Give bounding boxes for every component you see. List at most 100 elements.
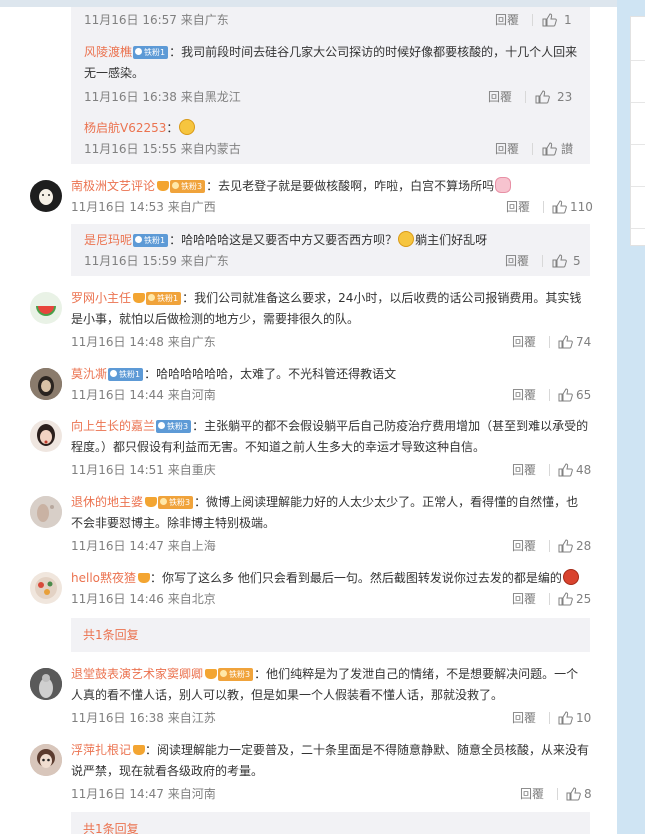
reply-button[interactable]: 回覆 xyxy=(512,332,536,352)
like-icon[interactable] xyxy=(535,90,550,104)
reply-button[interactable]: 回覆 xyxy=(512,708,536,728)
fan-badge[interactable]: 铁粉1 xyxy=(133,234,169,247)
comment-panel: 11月16日 16:57 来自广东 回覆 1 风陵渡樵 铁粉1 ：我司前段时间去硅谷… xyxy=(0,0,617,834)
reply-button[interactable]: 回覆 xyxy=(512,536,536,556)
reply-button[interactable]: 回覆 xyxy=(505,251,529,271)
timestamp: 11月16日 14:46 来自北京 xyxy=(71,592,216,606)
username-link[interactable]: 浮萍扎根记 xyxy=(71,743,131,757)
sub-reply: 是尼玛呢 铁粉1 ：哈哈哈哈这是又要否中方又要否西方呗？ 躺主们好乱呀 11月16日 … xyxy=(84,230,581,268)
timestamp: 11月16日 16:38 来自黑龙江 xyxy=(84,90,241,104)
avatar[interactable] xyxy=(30,180,62,212)
username-link[interactable]: 南极洲文艺评论 xyxy=(71,179,155,193)
sub-reply: 杨启航V62253： 11月16日 15:55 来自内蒙古 回覆 讃 xyxy=(84,118,580,156)
like-count: 74 xyxy=(576,335,592,349)
comment: 向上生长的嘉兰 铁粉3 ：主张躺平的都不会假设躺平后自己防疫治疗费用增加（甚至到难以… xyxy=(71,416,591,477)
reply-button[interactable]: 回覆 xyxy=(520,784,544,804)
timestamp: 11月16日 14:53 来自广西 xyxy=(71,200,216,214)
username-link[interactable]: 是尼玛呢 xyxy=(84,233,132,247)
comment-meta: 11月16日 16:38 来自江苏 回覆 10 xyxy=(71,708,592,728)
fan-badge[interactable]: 铁粉3 xyxy=(158,496,194,509)
like-icon[interactable] xyxy=(558,388,573,402)
username-link[interactable]: 退休的地主婆 xyxy=(71,495,143,509)
crown-icon xyxy=(157,181,170,191)
reply-meta: 11月16日 16:57 来自广东 回覆 1 xyxy=(84,10,580,30)
thinking-emoji-icon xyxy=(179,119,196,135)
fan-badge[interactable]: 铁粉1 xyxy=(108,368,144,381)
fan-badge[interactable]: 铁粉1 xyxy=(133,46,169,59)
timestamp: 11月16日 15:59 来自广东 xyxy=(84,254,229,268)
avatar[interactable] xyxy=(30,292,62,324)
top-divider xyxy=(0,0,617,7)
fan-badge[interactable]: 铁粉1 xyxy=(146,292,182,305)
like-icon[interactable] xyxy=(542,142,557,156)
comment: 退堂鼓表演艺术家窦卿卿 铁粉3 ：他们纯粹是为了发泄自己的情绪，不是想要解决问题。一… xyxy=(71,664,591,725)
like-icon[interactable] xyxy=(558,539,573,553)
avatar[interactable] xyxy=(30,572,62,604)
username-link[interactable]: 风陵渡樵 xyxy=(84,45,132,59)
like-icon[interactable] xyxy=(558,711,573,725)
red-emoji-icon xyxy=(562,569,579,585)
fan-badge[interactable]: 铁粉3 xyxy=(156,420,192,433)
reply-text: 是尼玛呢 铁粉1 ：哈哈哈哈这是又要否中方又要否西方呗？ 躺主们好乱呀 xyxy=(84,231,488,247)
comment: 罗网小主任 铁粉1 ：我们公司就准备这么要求，24小时，以后收费的话公司报销费用。其… xyxy=(71,288,591,349)
comment-meta: 11月16日 14:44 来自河南 回覆 65 xyxy=(71,385,592,405)
reply-text: 杨启航V62253： xyxy=(84,118,580,139)
pig-emoji-icon xyxy=(495,177,512,193)
expand-replies-link[interactable]: 共1条回复 xyxy=(71,618,590,652)
reply-button[interactable]: 回覆 xyxy=(506,197,530,217)
like-count: 28 xyxy=(576,539,592,553)
like-icon[interactable] xyxy=(566,787,581,801)
username-link[interactable]: hello黙夜猹 xyxy=(71,571,136,585)
username-link[interactable]: 杨启航V62253 xyxy=(84,121,166,135)
reply-button[interactable]: 回覆 xyxy=(512,589,536,609)
timestamp: 11月16日 14:44 来自河南 xyxy=(71,388,216,402)
reply-text: 风陵渡樵 铁粉1 ：我司前段时间去硅谷几家大公司探访的时候好像都要核酸的，十几个人回… xyxy=(84,45,578,80)
like-count: 23 xyxy=(557,90,573,104)
username-link[interactable]: 向上生长的嘉兰 xyxy=(71,419,155,433)
comment-text: 浮萍扎根记 ：阅读理解能力一定要普及，二十条里面是不得随意静默、随意全员核酸，从来… xyxy=(71,743,590,778)
reply-button[interactable]: 回覆 xyxy=(495,139,519,159)
fan-badge[interactable]: 铁粉3 xyxy=(218,668,254,681)
comment: 浮萍扎根记 ：阅读理解能力一定要普及，二十条里面是不得随意静默、随意全员核酸，从来… xyxy=(71,740,592,801)
like-count: 48 xyxy=(576,463,592,477)
comment-meta: 11月16日 14:48 来自广东 回覆 74 xyxy=(71,332,592,352)
like-icon[interactable] xyxy=(558,463,573,477)
username-link[interactable]: 罗网小主任 xyxy=(71,291,131,305)
like-count: 65 xyxy=(576,388,592,402)
crown-icon xyxy=(205,669,218,679)
like-icon[interactable] xyxy=(542,13,557,27)
timestamp: 11月16日 14:48 来自广东 xyxy=(71,335,216,349)
reply-button[interactable]: 回覆 xyxy=(488,87,512,107)
fan-badge[interactable]: 铁粉3 xyxy=(170,180,206,193)
timestamp: 11月16日 16:57 来自广东 xyxy=(84,13,229,27)
comment-text: 向上生长的嘉兰 铁粉3 ：主张躺平的都不会假设躺平后自己防疫治疗费用增加（甚至到难以… xyxy=(71,419,589,454)
comment-meta: 11月16日 14:47 来自河南 回覆 8 xyxy=(71,784,592,804)
username-link[interactable]: 莫氿凘 xyxy=(71,367,107,381)
comment: 莫氿凘 铁粉1 ：哈哈哈哈哈哈，太难了。不光科管还得教语文 11月16日 14:44… xyxy=(71,364,591,402)
like-count: 10 xyxy=(576,711,592,725)
avatar[interactable] xyxy=(30,744,62,776)
comment-text: 莫氿凘 铁粉1 ：哈哈哈哈哈哈，太难了。不光科管还得教语文 xyxy=(71,367,397,381)
like-icon[interactable] xyxy=(558,592,573,606)
like-icon[interactable] xyxy=(552,200,567,214)
reply-button[interactable]: 回覆 xyxy=(495,10,519,30)
comment-text: 南极洲文艺评论 铁粉3 ：去见老登子就是要做核酸啊，咋啦，白宫不算场所吗 xyxy=(71,176,590,197)
like-icon[interactable] xyxy=(552,254,567,268)
avatar[interactable] xyxy=(30,368,62,400)
username-link[interactable]: 退堂鼓表演艺术家窦卿卿 xyxy=(71,667,203,681)
like-count: 25 xyxy=(576,592,592,606)
expand-replies-link[interactable]: 共1条回复 xyxy=(71,812,590,834)
avatar[interactable] xyxy=(30,496,62,528)
cat-emoji-icon xyxy=(398,231,415,247)
like-count: 110 xyxy=(570,200,593,214)
comment-text: 退休的地主婆 铁粉3 ：微博上阅读理解能力好的人太少太少了。正常人，看得懂的自然懂，… xyxy=(71,495,579,530)
like-icon[interactable] xyxy=(558,335,573,349)
avatar[interactable] xyxy=(30,668,62,700)
comment: 南极洲文艺评论 铁粉3 ：去见老登子就是要做核酸啊，咋啦，白宫不算场所吗 11月16… xyxy=(71,176,593,214)
comment-meta: 11月16日 14:47 来自上海 回覆 28 xyxy=(71,536,592,556)
reply-button[interactable]: 回覆 xyxy=(512,385,536,405)
comment-text: 罗网小主任 铁粉1 ：我们公司就准备这么要求，24小时，以后收费的话公司报销费用。其… xyxy=(71,291,582,326)
reply-button[interactable]: 回覆 xyxy=(512,460,536,480)
avatar[interactable] xyxy=(30,420,62,452)
reply-meta: 11月16日 16:38 来自黑龙江 回覆 23 xyxy=(84,87,580,107)
